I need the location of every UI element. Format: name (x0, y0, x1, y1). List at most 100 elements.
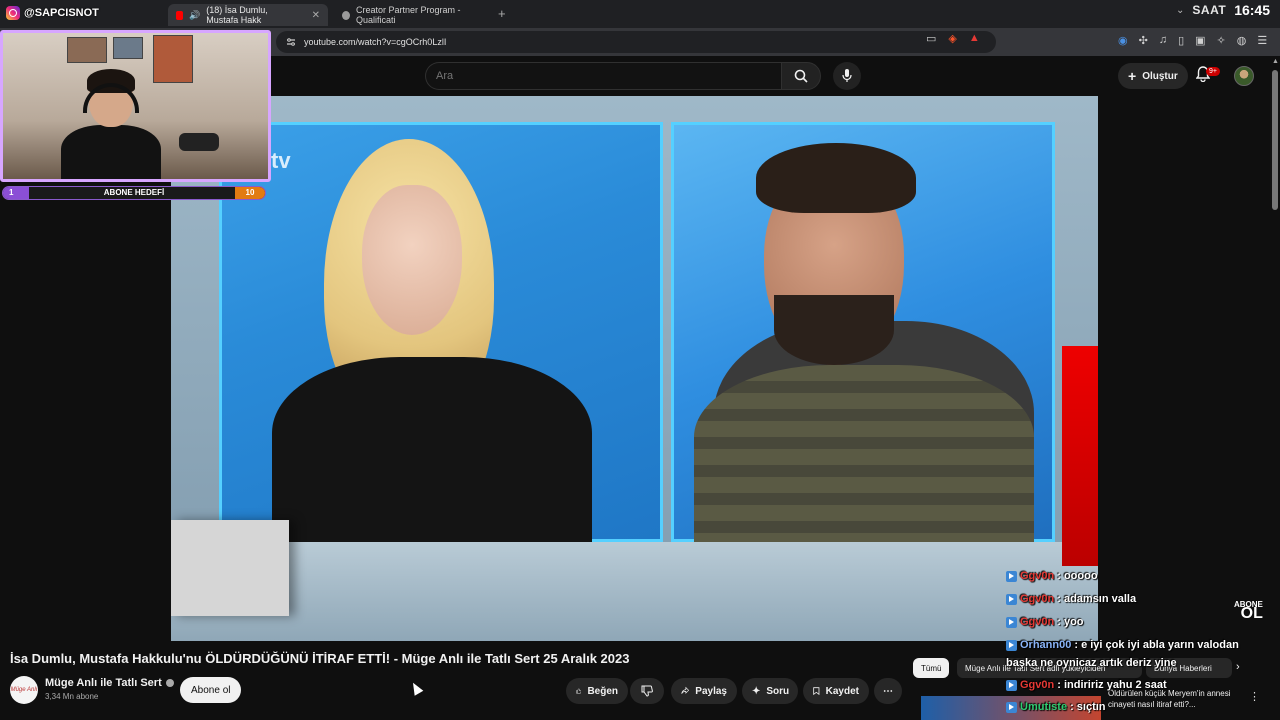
instagram-icon (6, 6, 20, 20)
create-label: Oluştur (1142, 70, 1178, 82)
studio-red-strip (1062, 346, 1098, 566)
new-tab-icon[interactable]: + (498, 6, 506, 21)
browser-tabbar: 🔊 (18) İsa Dumlu, Mustafa Hakk ✕ Creator… (0, 0, 1280, 28)
sparkle-icon: ✦ (752, 685, 761, 697)
chat-badge-icon (1006, 593, 1017, 605)
chat-text: : yoo (1057, 616, 1084, 628)
thumbs-up-icon (576, 688, 582, 694)
wallet-icon[interactable]: ▣ (1195, 34, 1205, 47)
extension-icon[interactable]: ◉ (1118, 34, 1128, 47)
streamer (61, 69, 161, 179)
omnibox-actions: ▭ ◈ ▲ (926, 32, 980, 45)
cast-icon[interactable]: ▭ (926, 32, 936, 45)
chat-username: Ggv0n (1020, 593, 1055, 605)
instagram-handle-text: @SAPCISNOT (24, 7, 99, 19)
ol-text: OL (1240, 605, 1263, 622)
chat-username: Ggv0n (1020, 616, 1055, 628)
create-button[interactable]: + Oluştur (1118, 63, 1188, 89)
account-avatar[interactable] (1234, 66, 1254, 86)
chat-message: Ggv0n: ooooo (1006, 570, 1098, 582)
chat-badge-icon (1006, 570, 1017, 582)
like-label: Beğen (587, 685, 618, 697)
more-actions-button[interactable]: ⋯ (874, 678, 902, 704)
channel-name[interactable]: Müge Anlı ile Tatlı Sert (45, 677, 174, 689)
scrollbar-thumb[interactable] (1272, 70, 1278, 210)
chat-text: : adamsın valla (1057, 593, 1137, 605)
scroll-up-icon[interactable]: ▲ (1272, 58, 1279, 65)
subscriber-goal-bar: 1 ABONE HEDEFİ 10 (2, 186, 266, 200)
puzzle-icon[interactable]: ✣ (1139, 34, 1148, 47)
video-frame-guest (671, 122, 1055, 551)
ask-button[interactable]: ✦ Soru (742, 678, 798, 704)
channel-avatar-text: Müge Anlı (10, 687, 38, 693)
search-bar (425, 62, 861, 90)
brave-rewards-icon[interactable]: ▲ (969, 32, 980, 45)
chat-message: Ggv0n: yoo (1006, 616, 1084, 628)
webcam-overlay (0, 30, 271, 182)
subscriber-count: 3,34 Mn abone (45, 692, 99, 701)
channel-watermark: tv (271, 148, 291, 173)
brave-shield-icon[interactable]: ◈ (948, 32, 956, 45)
clock-label: SAAT (1192, 3, 1227, 17)
leo-ai-icon[interactable]: ✧ (1217, 34, 1226, 47)
chat-text: başka ne oynicaz artık deriz yine (1006, 657, 1177, 669)
address-bar[interactable]: youtube.com/watch?v=cgOCrh0LzlI (276, 31, 996, 53)
streamer-shirt (61, 125, 161, 179)
mouse-cursor-icon (408, 680, 424, 696)
subscribe-button[interactable]: Abone ol (180, 677, 242, 703)
share-icon (681, 686, 690, 694)
microphone-icon (842, 69, 852, 82)
lower-third-box (171, 520, 289, 616)
speaker-icon: 🔊 (189, 9, 201, 20)
like-button[interactable]: Beğen (566, 678, 628, 704)
chat-username: Orhann00 (1020, 639, 1072, 651)
menu-icon[interactable]: ☰ (1257, 34, 1267, 47)
search-input[interactable] (425, 62, 781, 90)
chip-all[interactable]: Tümü (913, 658, 950, 678)
share-button[interactable]: Paylaş (671, 678, 737, 704)
tab-label: Creator Partner Program - Qualificati (355, 5, 461, 25)
dislike-button[interactable] (630, 678, 664, 704)
chat-username: Ggv0n (1020, 679, 1055, 691)
notification-badge: 9+ (1206, 67, 1220, 76)
thumbs-down-icon (641, 685, 653, 697)
voice-search-button[interactable] (833, 62, 861, 90)
youtube-favicon-icon (176, 10, 184, 20)
chat-text: : indiririz yahu 2 saat (1057, 679, 1167, 691)
tab-close-icon[interactable]: ✕ (312, 10, 320, 21)
save-button[interactable]: Kaydet (803, 678, 869, 704)
tab-youtube-video[interactable]: 🔊 (18) İsa Dumlu, Mustafa Hakk ✕ (168, 4, 328, 26)
music-icon[interactable]: ♫ (1159, 34, 1167, 47)
video-player[interactable]: tv (171, 96, 1098, 641)
recommendation-title[interactable]: Öldürülen küçük Meryem'in annesi cinayet… (1108, 688, 1248, 710)
chevron-right-icon[interactable]: › (1236, 661, 1240, 673)
page-scrollbar[interactable] (1270, 56, 1280, 720)
goal-label: ABONE HEDEFİ (103, 188, 165, 197)
chat-username: Ggv0n (1020, 570, 1055, 582)
chat-badge-icon (1006, 616, 1017, 628)
more-vertical-icon[interactable]: ⋮ (1249, 690, 1260, 703)
search-icon (794, 69, 808, 83)
channel-name-text: Müge Anlı ile Tatlı Sert (45, 677, 162, 689)
tab-label: (18) İsa Dumlu, Mustafa Hakk (206, 5, 268, 25)
instagram-handle: @SAPCISNOT (6, 6, 99, 20)
video-frame-host (219, 122, 663, 547)
microphone-arm (179, 133, 219, 151)
plus-icon: + (1128, 68, 1137, 84)
video-title: İsa Dumlu, Mustafa Hakkulu'nu ÖLDÜRDÜĞÜN… (10, 651, 630, 666)
chevron-down-icon[interactable]: ⌄ (1176, 5, 1184, 16)
tab-creator-program[interactable]: Creator Partner Program - Qualificati (334, 4, 494, 26)
site-settings-icon[interactable] (286, 37, 296, 47)
sidebar-icon[interactable]: ▯ (1178, 34, 1184, 47)
search-button[interactable] (781, 62, 821, 90)
verified-icon (165, 679, 174, 687)
bookmark-icon (813, 687, 820, 696)
channel-avatar[interactable]: Müge Anlı (10, 676, 38, 704)
chat-message: Umutiste: sıçtın (1006, 701, 1106, 713)
vpn-icon[interactable]: ◍ (1237, 34, 1247, 47)
chat-message-continuation: başka ne oynicaz artık deriz yine (1006, 657, 1177, 669)
wall-poster (67, 37, 107, 63)
chat-badge-icon (1006, 701, 1017, 713)
save-label: Kaydet (825, 685, 859, 697)
extensions-bar: ◉ ✣ ♫ ▯ ▣ ✧ ◍ ☰ (1118, 34, 1267, 47)
